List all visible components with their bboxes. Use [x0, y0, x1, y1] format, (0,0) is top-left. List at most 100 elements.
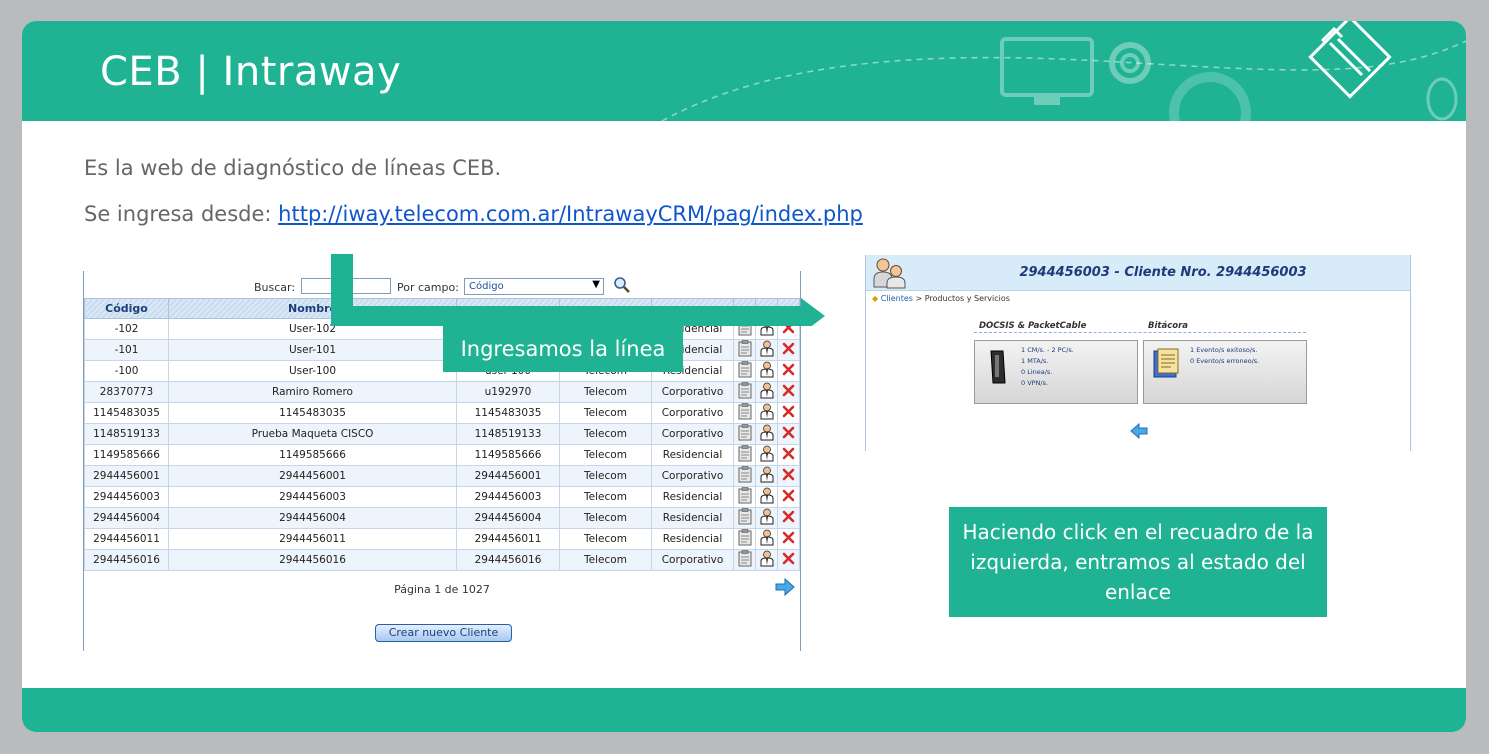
intraway-url-link[interactable]: http://iway.telecom.com.ar/IntrawayCRM/p… [278, 202, 863, 226]
table-cell: User-101 [168, 339, 457, 361]
table-cell: 1149585666 [84, 444, 169, 466]
bitacora-card[interactable]: 1 Evento/s exitoso/s. 0 Evento/s erroneo… [1143, 340, 1307, 404]
intro-access-prefix: Se ingresa desde: [84, 202, 279, 226]
table-cell: Residencial [651, 444, 734, 466]
table-cell: 2944456004 [168, 507, 457, 529]
bitacora-line: 0 Evento/s erroneo/s. [1190, 357, 1260, 365]
clipboard-icon[interactable] [733, 360, 756, 382]
table-cell: -102 [84, 318, 169, 340]
delete-icon[interactable] [777, 423, 800, 445]
clipboard-icon[interactable] [733, 402, 756, 424]
next-page-arrow-icon[interactable] [774, 577, 796, 597]
delete-icon[interactable] [777, 507, 800, 529]
breadcrumb-home-icon: ◆ [872, 294, 879, 303]
user-icon[interactable] [755, 402, 778, 424]
delete-icon[interactable] [777, 381, 800, 403]
section-bitacora-title: Bitácora [1148, 321, 1188, 331]
table-row[interactable]: 2944456011 2944456011 2944456011 Telecom Res… [84, 528, 800, 550]
table-row[interactable]: 2944456004 2944456004 2944456004 Telecom Res… [84, 507, 800, 529]
section-docsis-title: DOCSIS & PacketCable [979, 321, 1087, 331]
clipboard-icon[interactable] [733, 465, 756, 487]
table-row[interactable]: 1149585666 1149585666 1149585666 Telecom Res… [84, 444, 800, 466]
table-cell: 1145483035 [168, 402, 457, 424]
user-icon[interactable] [755, 444, 778, 466]
table-cell: 2944456004 [456, 507, 560, 529]
table-row[interactable]: 2944456003 2944456003 2944456003 Telecom Res… [84, 486, 800, 508]
table-row[interactable]: 28370773 Ramiro Romero u192970 Telecom Corpo… [84, 381, 800, 403]
clipboard-icon[interactable] [733, 444, 756, 466]
user-icon[interactable] [755, 549, 778, 571]
bitacora-summary: 1 Evento/s exitoso/s. 0 Evento/s erroneo… [1190, 345, 1259, 367]
slide: CEB | Intraway Es la web de diagnóstico … [22, 21, 1466, 732]
intro-text: Es la web de diagnóstico de líneas CEB. [84, 156, 502, 180]
table-cell: 2944456001 [456, 465, 560, 487]
clipboard-icon[interactable] [733, 423, 756, 445]
table-cell: Telecom [559, 528, 652, 550]
table-cell: 2944456016 [84, 549, 169, 571]
clipboard-icon[interactable] [733, 549, 756, 571]
delete-icon[interactable] [777, 528, 800, 550]
breadcrumb-link-clientes[interactable]: Clientes [881, 294, 913, 303]
table-row[interactable]: 1145483035 1145483035 1145483035 Telecom Cor… [84, 402, 800, 424]
clipboard-icon[interactable] [733, 381, 756, 403]
table-cell: Residencial [651, 528, 734, 550]
table-cell: 2944456016 [168, 549, 457, 571]
user-icon[interactable] [755, 381, 778, 403]
client-detail-title: 2944456003 - Cliente Nro. 2944456003 [1019, 265, 1307, 280]
table-cell: 1148519133 [456, 423, 560, 445]
table-cell: 2944456011 [456, 528, 560, 550]
client-table-body: -102 User-102 Residencial -101 User-101 Resid… [84, 318, 800, 571]
docsis-line: 0 Linea/s. [1021, 368, 1053, 376]
client-list-screenshot: Buscar: Por campo: Código ▼ Código Nombre [83, 271, 801, 651]
delete-icon[interactable] [777, 339, 800, 361]
clipboard-icon[interactable] [733, 486, 756, 508]
column-header[interactable]: Código [84, 298, 169, 319]
user-icon[interactable] [755, 360, 778, 382]
table-row[interactable]: 2944456016 2944456016 2944456016 Telecom Cor… [84, 549, 800, 571]
delete-icon[interactable] [777, 444, 800, 466]
delete-icon[interactable] [777, 360, 800, 382]
user-icon[interactable] [755, 486, 778, 508]
search-label: Buscar: [254, 281, 296, 294]
table-cell: 1149585666 [456, 444, 560, 466]
slide-title: CEB | Intraway [100, 49, 402, 95]
table-row[interactable]: 2944456001 2944456001 2944456001 Telecom Cor… [84, 465, 800, 487]
user-icon[interactable] [755, 423, 778, 445]
table-cell: Ramiro Romero [168, 381, 457, 403]
table-cell: Telecom [559, 465, 652, 487]
bitacora-line: 1 Evento/s exitoso/s. [1190, 346, 1258, 354]
table-cell: 2944456001 [84, 465, 169, 487]
docsis-line: 1 MTA/s. [1021, 357, 1049, 365]
table-cell: 1149585666 [168, 444, 457, 466]
table-cell: 1145483035 [84, 402, 169, 424]
user-icon[interactable] [755, 528, 778, 550]
client-detail-header: 2944456003 - Cliente Nro. 2944456003 [866, 255, 1410, 291]
user-icon[interactable] [755, 465, 778, 487]
clipboard-icon[interactable] [733, 528, 756, 550]
create-client-button[interactable]: Crear nuevo Cliente [375, 624, 512, 642]
docsis-card[interactable]: 1 CM/s. - 2 PC/s. 1 MTA/s. 0 Linea/s. 0 … [974, 340, 1138, 404]
table-cell: -100 [84, 360, 169, 382]
back-arrow-icon[interactable] [1130, 423, 1148, 439]
table-cell: 2944456001 [168, 465, 457, 487]
table-row[interactable]: -100User-100user-100TelecomResidencial [84, 360, 800, 382]
section-divider [974, 332, 1306, 333]
delete-icon[interactable] [777, 549, 800, 571]
user-icon[interactable] [755, 507, 778, 529]
modem-icon [990, 350, 1006, 384]
table-cell: Prueba Maqueta CISCO [168, 423, 457, 445]
intro-access-line: Se ingresa desde: http://iway.telecom.co… [84, 202, 863, 226]
table-row[interactable]: 1148519133 Prueba Maqueta CISCO 1148519133… [84, 423, 800, 445]
user-icon[interactable] [755, 339, 778, 361]
table-cell: Telecom [559, 486, 652, 508]
table-cell: 2944456003 [168, 486, 457, 508]
table-row[interactable]: -101 User-101 Residencial [84, 339, 800, 361]
table-cell: Telecom [559, 549, 652, 571]
clipboard-icon[interactable] [733, 339, 756, 361]
table-cell: Telecom [559, 507, 652, 529]
delete-icon[interactable] [777, 465, 800, 487]
delete-icon[interactable] [777, 486, 800, 508]
table-cell: 1148519133 [84, 423, 169, 445]
clipboard-icon[interactable] [733, 507, 756, 529]
delete-icon[interactable] [777, 402, 800, 424]
